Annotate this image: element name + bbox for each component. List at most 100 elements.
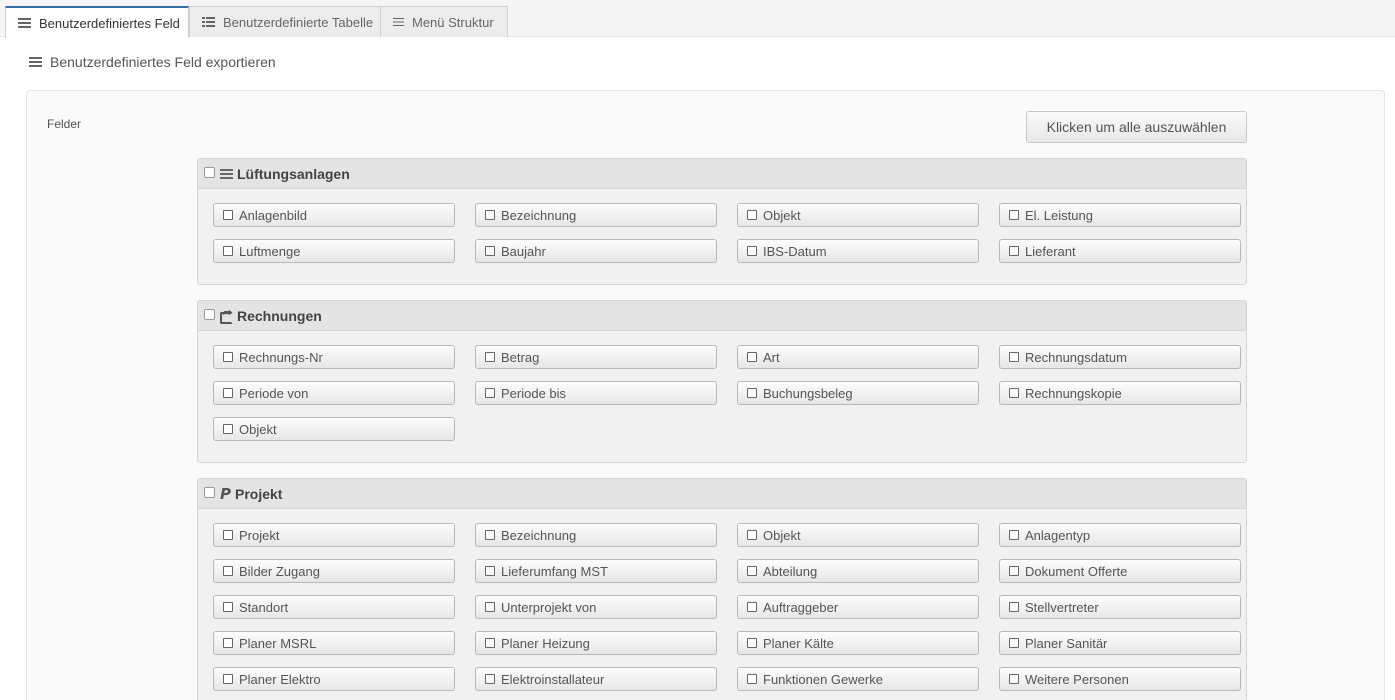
field-grid: Anlagenbild Bezeichnung Objekt El. Leistung… xyxy=(198,189,1246,263)
square-checkbox-icon xyxy=(223,210,233,220)
field-toggle-button[interactable]: Luftmenge xyxy=(213,239,455,263)
field-toggle-button[interactable]: Periode von xyxy=(213,381,455,405)
field-toggle-button[interactable]: El. Leistung xyxy=(999,203,1241,227)
field-label: Funktionen Gewerke xyxy=(763,671,883,687)
select-all-button[interactable]: Klicken um alle auszuwählen xyxy=(1026,111,1247,143)
field-toggle-button[interactable]: Dokument Offerte xyxy=(999,559,1241,583)
field-label: Planer Heizung xyxy=(501,635,590,651)
field-toggle-button[interactable]: Projekt xyxy=(213,523,455,547)
field-toggle-button[interactable]: Periode bis xyxy=(475,381,717,405)
field-label: Lieferant xyxy=(1025,243,1076,259)
tab-bar: Benutzerdefiniertes Feld Benutzerdefinie… xyxy=(0,0,1395,38)
square-checkbox-icon xyxy=(485,246,495,256)
field-toggle-button[interactable]: Planer MSRL xyxy=(213,631,455,655)
field-toggle-button[interactable]: Bezeichnung xyxy=(475,523,717,547)
field-toggle-button[interactable]: Anlagenbild xyxy=(213,203,455,227)
field-toggle-button[interactable]: Rechnungsdatum xyxy=(999,345,1241,369)
field-label: Rechnungskopie xyxy=(1025,385,1122,401)
field-toggle-button[interactable]: Baujahr xyxy=(475,239,717,263)
field-toggle-button[interactable]: Planer Sanitär xyxy=(999,631,1241,655)
field-label: Baujahr xyxy=(501,243,546,259)
square-checkbox-icon xyxy=(223,566,233,576)
square-checkbox-icon xyxy=(223,602,233,612)
field-label: Objekt xyxy=(239,421,277,437)
field-toggle-button[interactable]: Art xyxy=(737,345,979,369)
field-toggle-button[interactable]: Planer Elektro xyxy=(213,667,455,691)
field-toggle-button[interactable]: Unterprojekt von xyxy=(475,595,717,619)
field-toggle-button[interactable]: Objekt xyxy=(737,203,979,227)
square-checkbox-icon xyxy=(747,638,757,648)
page-title-text: Benutzerdefiniertes Feld exportieren xyxy=(50,54,276,70)
square-checkbox-icon xyxy=(223,352,233,362)
field-toggle-button[interactable]: Betrag xyxy=(475,345,717,369)
field-toggle-button[interactable]: Funktionen Gewerke xyxy=(737,667,979,691)
field-toggle-button[interactable]: Abteilung xyxy=(737,559,979,583)
tab-benutzerdefiniertes-feld[interactable]: Benutzerdefiniertes Feld xyxy=(5,6,189,38)
field-label: Bilder Zugang xyxy=(239,563,320,579)
page-title: Benutzerdefiniertes Feld exportieren xyxy=(29,52,276,72)
group-projekt: P Projekt Projekt Bezeichnung Objekt Anlage… xyxy=(197,478,1247,700)
square-checkbox-icon xyxy=(1009,388,1019,398)
square-checkbox-icon xyxy=(1009,246,1019,256)
group-header: Lüftungsanlagen xyxy=(198,159,1246,189)
field-toggle-button[interactable]: Weitere Personen xyxy=(999,667,1241,691)
square-checkbox-icon xyxy=(1009,674,1019,684)
tab-benutzerdefinierte-tabelle[interactable]: Benutzerdefinierte Tabelle xyxy=(189,6,381,37)
field-toggle-button[interactable]: Elektroinstallateur xyxy=(475,667,717,691)
square-checkbox-icon xyxy=(1009,210,1019,220)
field-label: Periode von xyxy=(239,385,309,401)
square-checkbox-icon xyxy=(747,530,757,540)
square-checkbox-icon xyxy=(485,388,495,398)
square-checkbox-icon xyxy=(223,674,233,684)
group-title: Projekt xyxy=(235,485,283,502)
list-icon xyxy=(29,57,42,67)
square-checkbox-icon xyxy=(485,602,495,612)
field-label: Luftmenge xyxy=(239,243,301,259)
square-checkbox-icon xyxy=(747,388,757,398)
field-toggle-button[interactable]: Auftraggeber xyxy=(737,595,979,619)
field-toggle-button[interactable]: Planer Kälte xyxy=(737,631,979,655)
field-label: Projekt xyxy=(239,527,280,543)
field-label: Objekt xyxy=(763,207,801,223)
square-checkbox-icon xyxy=(223,388,233,398)
group-checkbox[interactable] xyxy=(204,486,215,498)
field-toggle-button[interactable]: Anlagentyp xyxy=(999,523,1241,547)
square-checkbox-icon xyxy=(1009,602,1019,612)
field-label: Lieferumfang MST xyxy=(501,563,608,579)
field-toggle-button[interactable]: Planer Heizung xyxy=(475,631,717,655)
field-label: El. Leistung xyxy=(1025,207,1093,223)
field-toggle-button[interactable]: Bilder Zugang xyxy=(213,559,455,583)
field-toggle-button[interactable]: Stellvertreter xyxy=(999,595,1241,619)
group-checkbox[interactable] xyxy=(204,308,215,320)
field-label: IBS-Datum xyxy=(763,243,827,259)
list-icon xyxy=(18,18,31,28)
field-label: Betrag xyxy=(501,349,540,365)
field-label: Buchungsbeleg xyxy=(763,385,853,401)
square-checkbox-icon xyxy=(1009,638,1019,648)
field-toggle-button[interactable]: Bezeichnung xyxy=(475,203,717,227)
field-label: Bezeichnung xyxy=(501,527,577,543)
tab-menu-struktur[interactable]: Menü Struktur xyxy=(380,6,508,37)
field-toggle-button[interactable]: Objekt xyxy=(737,523,979,547)
field-label: Standort xyxy=(239,599,289,615)
field-toggle-button[interactable]: Lieferumfang MST xyxy=(475,559,717,583)
paypal-icon: P xyxy=(220,484,231,503)
tab-label: Menü Struktur xyxy=(412,14,494,30)
field-toggle-button[interactable]: Rechnungskopie xyxy=(999,381,1241,405)
field-toggle-button[interactable]: Buchungsbeleg xyxy=(737,381,979,405)
square-checkbox-icon xyxy=(1009,566,1019,576)
square-checkbox-icon xyxy=(223,246,233,256)
field-label: Dokument Offerte xyxy=(1025,563,1128,579)
square-checkbox-icon xyxy=(485,674,495,684)
field-toggle-button[interactable]: Rechnungs-Nr xyxy=(213,345,455,369)
field-toggle-button[interactable]: IBS-Datum xyxy=(737,239,979,263)
field-label: Objekt xyxy=(763,527,801,543)
group-checkbox[interactable] xyxy=(204,166,215,178)
share-square-icon xyxy=(220,306,233,324)
field-toggle-button[interactable]: Lieferant xyxy=(999,239,1241,263)
field-toggle-button[interactable]: Standort xyxy=(213,595,455,619)
field-label: Planer MSRL xyxy=(239,635,317,651)
field-toggle-button[interactable]: Objekt xyxy=(213,417,455,441)
group-lueftungsanlagen: Lüftungsanlagen Anlagenbild Bezeichnung Ob… xyxy=(197,158,1247,285)
field-label: Abteilung xyxy=(763,563,818,579)
